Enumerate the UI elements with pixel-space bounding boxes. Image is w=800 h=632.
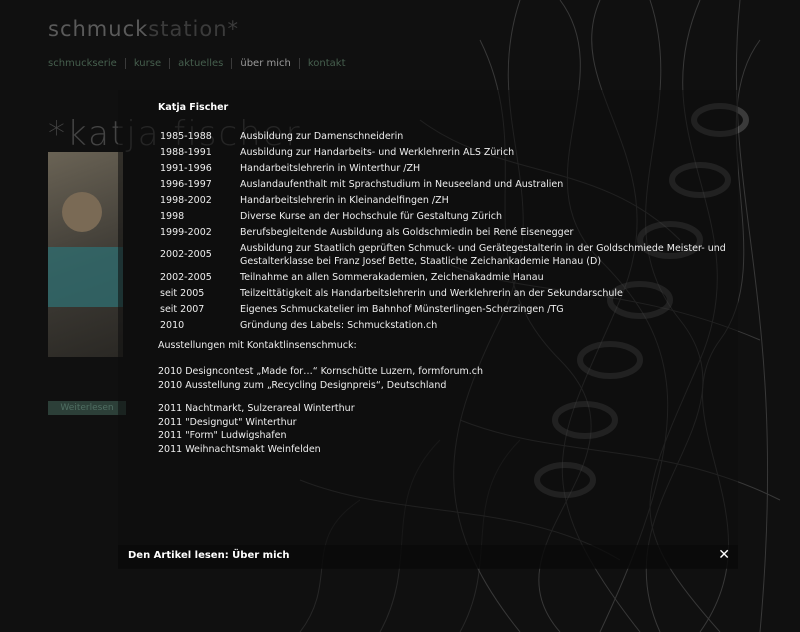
cv-row: 1988-1991 Ausbildung zur Handarbeits- und…: [158, 144, 728, 160]
cv-entry: Ausbildung zur Handarbeits- und Werklehr…: [240, 146, 515, 158]
nav-item-kontakt[interactable]: kontakt: [300, 58, 354, 69]
cv-year: seit 2005: [160, 287, 205, 299]
cv-entry: Handarbeitslehrerin in Winterthur /ZH: [240, 162, 421, 174]
nav-item-schmuckserie[interactable]: schmuckserie: [48, 58, 125, 69]
cv-row: 1999-2002 Berufsbegleitende Ausbildung al…: [158, 224, 728, 240]
list-item: 2010 Designcontest „Made for…“ Kornschüt…: [158, 366, 484, 377]
cv-row: 1991-1996 Handarbeitslehrerin in Winterth…: [158, 160, 728, 176]
cv-row: seit 2005 Teilzeittätigkeit als Handarbei…: [158, 285, 728, 301]
article-footer-title: Den Artikel lesen: Über mich: [128, 550, 290, 561]
cv-row: 1985-1988 Ausbildung zur Damenschneiderin: [158, 128, 728, 144]
site-logo[interactable]: schmuckstation*: [48, 17, 239, 41]
cv-entry: Teilzeittätigkeit als Handarbeitslehreri…: [240, 287, 623, 299]
cv-row: seit 2007 Eigenes Schmuckatelier im Bahnh…: [158, 301, 728, 317]
nav-item-aktuelles[interactable]: aktuelles: [170, 58, 231, 69]
main-nav: schmuckserie kurse aktuelles über mich k…: [48, 58, 354, 69]
cv-row: 1998 Diverse Kurse an der Hochschule für …: [158, 208, 728, 224]
cv-year: seit 2007: [160, 303, 205, 315]
exhibitions-2011-list: 2011 Nachtmarkt, Sulzerareal Winterthur …: [158, 402, 728, 456]
cv-year: 1998-2002: [160, 194, 212, 206]
cv-entry: Ausbildung zur Damenschneiderin: [240, 130, 404, 142]
cv-row: 2002-2005 Teilnahme an allen Sommerakadem…: [158, 269, 728, 285]
cv-year: 2002-2005: [160, 271, 212, 283]
cv-year: 1991-1996: [160, 162, 212, 174]
cv-year: 1999-2002: [160, 226, 212, 238]
article-content: Katja Fischer 1985-1988 Ausbildung zur Da…: [158, 101, 728, 456]
nav-item-ueber-mich[interactable]: über mich: [232, 58, 298, 69]
cv-year: 2002-2005: [160, 249, 212, 260]
close-icon[interactable]: ✕: [718, 547, 730, 563]
cv-year: 2010: [160, 319, 185, 331]
article-author-name: Katja Fischer: [158, 102, 229, 113]
cv-entry: Diverse Kurse an der Hochschule für Gest…: [240, 210, 502, 222]
cv-table: 1985-1988 Ausbildung zur Damenschneiderin…: [158, 128, 728, 333]
list-item: 2011 "Form" Ludwigshafen: [158, 430, 287, 441]
list-item: 2010 Ausstellung zum „Recycling Designpr…: [158, 379, 447, 391]
cv-entry: Berufsbegleitende Ausbildung als Goldsch…: [240, 226, 574, 238]
list-item: 2011 Weihnachtsmakt Weinfelden: [158, 443, 321, 455]
logo-part-1: schmuck: [48, 17, 149, 41]
cv-entry: Handarbeitslehrerin in Kleinandelfingen …: [240, 194, 449, 206]
cv-entry: Gründung des Labels: Schmuckstation.ch: [240, 319, 438, 331]
cv-year: 1996-1997: [160, 178, 212, 190]
exhibitions-2010-list: 2010 Designcontest „Made for…“ Kornschüt…: [158, 365, 728, 392]
cv-entry: Auslandaufenthalt mit Sprachstudium in N…: [240, 178, 564, 190]
cv-year: 1988-1991: [160, 146, 212, 158]
cv-row: 1996-1997 Auslandaufenthalt mit Sprachstu…: [158, 176, 728, 192]
list-item: 2011 "Designgut" Winterthur: [158, 416, 297, 428]
cv-entry: Ausbildung zur Staatlich geprüften Schmu…: [240, 242, 726, 267]
cv-year: 1998: [160, 210, 185, 222]
cv-row: 2010 Gründung des Labels: Schmuckstation.…: [158, 317, 728, 333]
cv-entry: Teilnahme an allen Sommerakademien, Zeic…: [240, 271, 544, 283]
cv-year: 1985-1988: [160, 130, 212, 142]
article-footer-bar: Den Artikel lesen: Über mich ✕: [118, 545, 738, 569]
cv-row: 2002-2005 Ausbildung zur Staatlich geprüf…: [158, 240, 728, 269]
read-more-button[interactable]: Weiterlesen: [48, 401, 126, 415]
portrait-photo: [48, 152, 123, 357]
exhibitions-heading: Ausstellungen mit Kontaktlinsenschmuck:: [158, 340, 357, 351]
list-item: 2011 Nachtmarkt, Sulzerareal Winterthur: [158, 403, 355, 414]
cv-entry: Eigenes Schmuckatelier im Bahnhof Münste…: [240, 303, 564, 315]
nav-item-kurse[interactable]: kurse: [126, 58, 169, 69]
cv-row: 1998-2002 Handarbeitslehrerin in Kleinand…: [158, 192, 728, 208]
logo-part-2: station*: [148, 17, 240, 41]
